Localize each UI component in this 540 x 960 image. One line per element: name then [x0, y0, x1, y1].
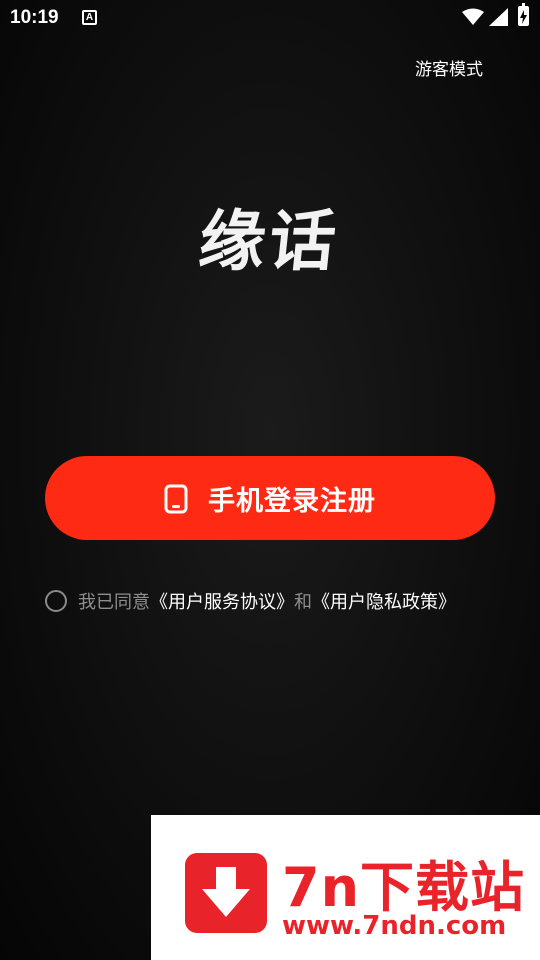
terms-of-service-link[interactable]: 《用户服务协议》 [150, 588, 294, 614]
agreement-checkbox[interactable] [45, 590, 67, 612]
watermark: 7n下载站 www.7ndn.com [151, 815, 540, 960]
app-screen: 10:19 A 游客模式 缘话 手机登录注册 我已同意 《用户服务协议》 和 《… [0, 0, 540, 960]
status-bar: 10:19 A [0, 0, 540, 36]
signal-icon [489, 8, 508, 26]
download-icon [185, 853, 267, 933]
app-logo: 缘话 [195, 203, 344, 280]
status-time: 10:19 [10, 7, 59, 28]
agreement-row: 我已同意 《用户服务协议》 和 《用户隐私政策》 [45, 588, 456, 614]
battery-icon [518, 3, 529, 26]
notification-icon: A [82, 10, 97, 25]
phone-icon [164, 484, 188, 514]
wifi-icon [462, 8, 484, 25]
agreement-and: 和 [294, 592, 312, 613]
phone-login-button[interactable]: 手机登录注册 [45, 456, 495, 540]
privacy-policy-link[interactable]: 《用户隐私政策》 [312, 588, 456, 614]
phone-login-label: 手机登录注册 [208, 485, 376, 517]
agreement-prefix: 我已同意 [78, 592, 150, 613]
guest-mode-link[interactable]: 游客模式 [415, 55, 483, 80]
watermark-url: www.7ndn.com [282, 911, 507, 941]
